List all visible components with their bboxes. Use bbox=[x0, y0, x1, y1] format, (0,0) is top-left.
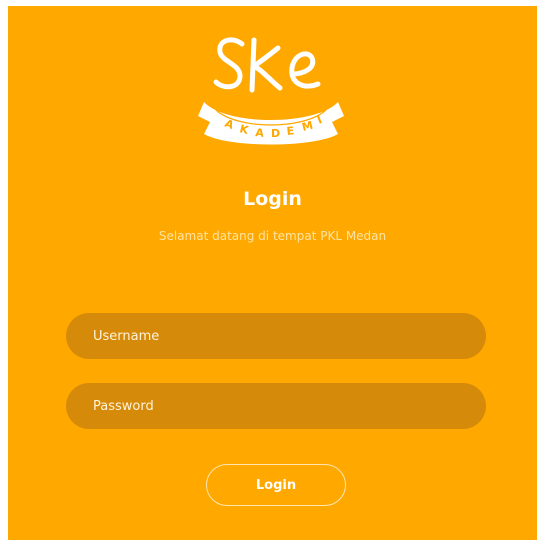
svg-text:D: D bbox=[271, 127, 280, 140]
login-button[interactable]: Login bbox=[206, 464, 346, 506]
password-input[interactable] bbox=[66, 383, 486, 429]
username-input[interactable] bbox=[66, 313, 486, 359]
welcome-subtitle: Selamat datang di tempat PKL Medan bbox=[158, 229, 387, 243]
page-title: Login bbox=[243, 188, 302, 210]
ske-akademi-logo: A K A D E M I bbox=[196, 30, 346, 145]
svg-text:E: E bbox=[286, 124, 295, 138]
